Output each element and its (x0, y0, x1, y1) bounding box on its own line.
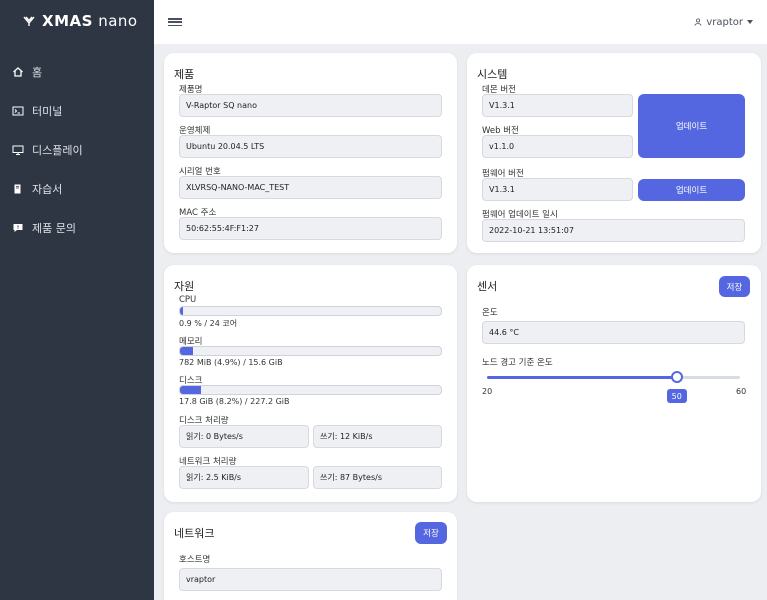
os-field: Ubuntu 20.04.5 LTS (179, 135, 442, 158)
sensor-save-button[interactable]: 저장 (719, 276, 750, 297)
cpu-usage-text: 0.9 % / 24 코어 (179, 319, 238, 328)
network-write-field: 쓰기: 87 Bytes/s (313, 466, 442, 489)
sidebar-item-label: 제품 문의 (32, 221, 76, 235)
temperature-label: 온도 (482, 308, 498, 318)
slider-min-label: 20 (482, 387, 493, 396)
disk-write-field: 쓰기: 12 KiB/s (313, 425, 442, 448)
sidebar-item-label: 홈 (32, 65, 43, 79)
sidebar-nav: 홈 터미널 디스플레이 자습서 제품 문의 (0, 52, 154, 247)
brand-prefix: XMAS (42, 12, 93, 30)
home-icon (13, 66, 23, 77)
disk-usage-bar (179, 385, 442, 395)
sidebar-item-terminal[interactable]: 터미널 (0, 91, 154, 130)
sidebar-item-inquiry[interactable]: 제품 문의 (0, 208, 154, 247)
network-card: 네트워크 저장 호스트명 vraptor (164, 512, 457, 600)
card-title: 센서 (477, 280, 498, 293)
card-title: 시스템 (477, 68, 508, 81)
terminal-icon (12, 106, 24, 115)
sidebar-item-tutorial[interactable]: 자습서 (0, 169, 154, 208)
card-title: 자원 (174, 280, 195, 293)
product-card: 제품 제품명 V-Raptor SQ nano 운영체제 Ubuntu 20.0… (164, 53, 457, 253)
firmware-version-field: V1.3.1 (482, 178, 633, 201)
system-card: 시스템 데몬 버전 V1.3.1 Web 버전 v1.1.0 업데이트 펌웨어 … (467, 53, 761, 253)
mac-field: 50:62:55:4F:F1:27 (179, 217, 442, 240)
hostname-label: 호스트명 (179, 555, 211, 565)
cpu-label: CPU (179, 295, 197, 305)
sidebar-item-home[interactable]: 홈 (0, 52, 154, 91)
memory-usage-text: 782 MiB (4.9%) / 15.6 GiB (179, 358, 283, 367)
daemon-version-field: V1.3.1 (482, 94, 633, 117)
display-icon (12, 145, 24, 155)
brand-suffix: nano (98, 12, 138, 30)
product-name-field: V-Raptor SQ nano (179, 94, 442, 117)
sidebar-item-label: 터미널 (32, 104, 63, 118)
menu-toggle-icon[interactable] (168, 16, 182, 28)
brand-logo-icon (23, 16, 35, 26)
resources-card: 자원 CPU 0.9 % / 24 코어 메모리 782 MiB (4.9%) … (164, 265, 457, 502)
network-read-field: 읽기: 2.5 KiB/s (179, 466, 309, 489)
firmware-update-date-field: 2022-10-21 13:51:07 (482, 219, 745, 242)
hostname-field: vraptor (179, 568, 442, 591)
user-menu[interactable]: vraptor (694, 17, 753, 28)
topbar: vraptor (154, 0, 767, 44)
sidebar: XMAS nano 홈 터미널 디스플레이 자습서 제품 문의 (0, 0, 154, 600)
threshold-label: 노드 경고 기준 온도 (482, 358, 553, 368)
slider-max-label: 60 (736, 387, 747, 396)
sidebar-item-display[interactable]: 디스플레이 (0, 130, 154, 169)
web-version-field: v1.1.0 (482, 135, 633, 158)
threshold-slider-fill (487, 376, 677, 379)
serial-field: XLVRSQ-NANO-MAC_TEST (179, 176, 442, 199)
update-button[interactable]: 업데이트 (638, 94, 745, 158)
brand[interactable]: XMAS nano (0, 0, 154, 42)
card-title: 네트워크 (174, 527, 215, 540)
firmware-update-button[interactable]: 업데이트 (638, 179, 745, 201)
sensor-card: 센서 저장 온도 44.6 °C 노드 경고 기준 온도 50 20 60 (467, 265, 761, 502)
temperature-field: 44.6 °C (482, 321, 745, 344)
chat-icon (13, 223, 23, 232)
user-icon (694, 18, 702, 26)
user-name: vraptor (706, 16, 743, 28)
book-icon (14, 184, 21, 193)
disk-usage-text: 17.8 GiB (8.2%) / 227.2 GiB (179, 397, 290, 406)
sidebar-item-label: 디스플레이 (32, 143, 83, 157)
memory-usage-bar (179, 346, 442, 356)
threshold-slider-value: 50 (666, 389, 687, 403)
threshold-slider-thumb[interactable] (670, 371, 683, 383)
sidebar-item-label: 자습서 (32, 182, 63, 196)
chevron-down-icon (747, 20, 753, 24)
network-save-button[interactable]: 저장 (415, 522, 447, 544)
disk-read-field: 읽기: 0 Bytes/s (179, 425, 309, 448)
card-title: 제품 (174, 68, 195, 81)
cpu-usage-bar (179, 306, 442, 316)
